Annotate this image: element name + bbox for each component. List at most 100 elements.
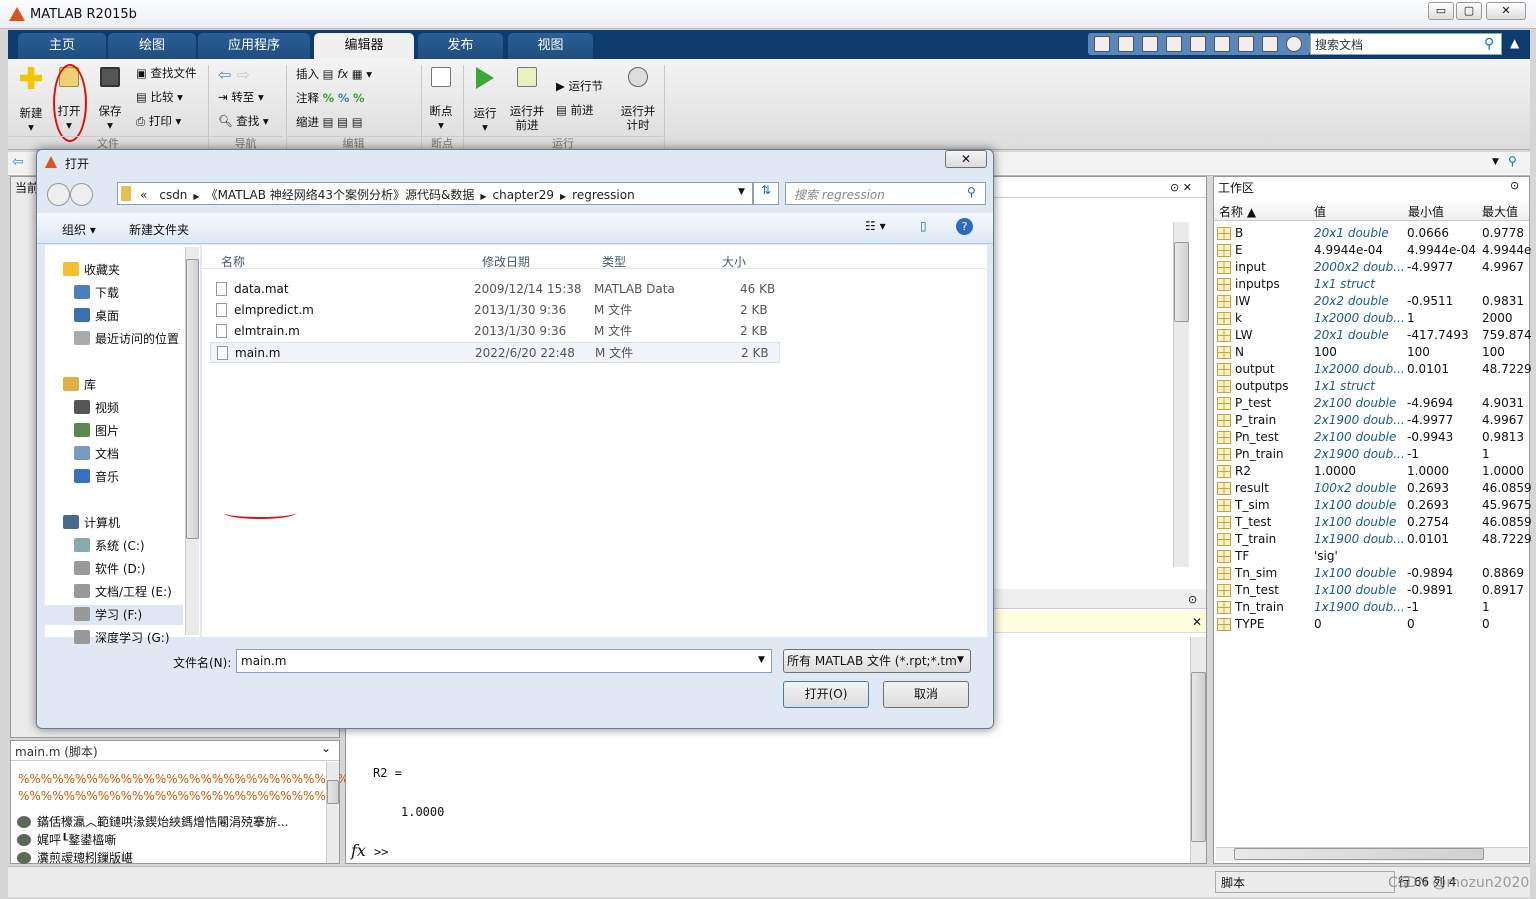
nav-item[interactable]: 图片 [74,421,119,441]
section-item[interactable]: 娓呯┖鐜鍙橀噺 [17,831,317,849]
goto-button[interactable]: ⇥ 转至 ▾ [218,90,264,104]
breadcrumb-item[interactable]: regression [572,188,635,202]
new-shortcut-icon[interactable] [1094,36,1110,52]
file-row[interactable]: data.mat 2009/12/14 15:38 MATLAB Data 46 KB [210,279,790,300]
workspace-row[interactable]: T_sim 1x100 double 0.2693 45.9675 [1214,497,1532,514]
nav-item[interactable]: 下载 [74,283,119,303]
insert-button[interactable]: 插入 ▤ fx ▦ ▾ [296,67,372,81]
redo-icon[interactable] [1238,36,1254,52]
function-browser-icon[interactable]: fx [351,841,366,860]
workspace-row[interactable]: B 20x1 double 0.0666 0.9778 [1214,225,1529,242]
column-type[interactable]: 类型 [602,253,626,270]
comment-button[interactable]: 注释 % % % [296,91,365,105]
workspace-row[interactable]: P_test 2x100 double -4.9694 4.9031 [1214,395,1529,412]
close-icon[interactable]: ✕ [1192,615,1202,629]
open-button[interactable]: 打开(O) [783,681,869,708]
new-folder-button[interactable]: 新建文件夹 [129,221,189,238]
nav-item[interactable]: 视频 [74,398,119,418]
run-and-advance-button[interactable]: 运行并 前进 [508,67,546,132]
nav-item[interactable]: 软件 (D:) [74,559,145,579]
file-row[interactable]: main.m 2022/6/20 22:48 M 文件 2 KB [210,342,780,363]
breakpoints-button[interactable]: 断点 ▾ [426,67,456,132]
nav-item[interactable]: 音乐 [74,467,119,487]
nav-item[interactable]: 库 [63,375,96,395]
new-button[interactable]: 新建 ▾ [16,67,46,134]
workspace-row[interactable]: E 4.9944e-04 4.9944e-04 4.9944e-04 [1214,242,1532,259]
breadcrumb-item[interactable]: chapter29 [493,188,554,202]
tab-4[interactable]: 发布 [418,33,503,59]
column-date[interactable]: 修改日期 [482,253,530,270]
file-row[interactable]: elmpredict.m 2013/1/30 9:36 M 文件 2 KB [210,300,790,321]
dropdown-arrow-icon[interactable]: ▼ [957,655,964,665]
workspace-row[interactable]: IW 20x2 double -0.9511 0.9831 [1214,293,1529,310]
workspace-row[interactable]: Pn_test 2x100 double -0.9943 0.9813 [1214,429,1529,446]
run-button[interactable]: 运行 ▾ [470,67,500,134]
section-item[interactable]: 瀵煎叆璁粌鏁版嵁 [17,849,317,867]
workspace-row[interactable]: k 1x2000 doub... 1 2000 [1214,310,1529,327]
workspace-row[interactable]: R2 1.0000 1.0000 1.0000 [1214,463,1529,480]
dropdown-arrow-icon[interactable]: ▼ [1492,157,1499,167]
workspace-row[interactable]: TF 'sig' [1214,548,1529,565]
view-options-icon[interactable]: ☷ ▾ [865,219,886,233]
workspace-row[interactable]: input 2000x2 doub... -4.9977 4.9967 [1214,259,1529,276]
column-size[interactable]: 大小 [722,253,746,270]
help-icon[interactable] [1286,36,1302,52]
workspace-row[interactable]: result 100x2 double 0.2693 46.0859 [1214,480,1532,497]
back-arrow-icon[interactable]: ⇦ [12,154,24,170]
workspace-row[interactable]: output 1x2000 doub... 0.0101 48.7229 [1214,361,1532,378]
workspace-row[interactable]: LW 20x1 double -417.7493 759.8748 [1214,327,1532,344]
compare-button[interactable]: ▤ 比较 ▾ [136,90,183,104]
minimize-button[interactable]: ▭ [1428,2,1454,20]
breadcrumb-item[interactable]: « [140,188,147,202]
run-and-time-button[interactable]: 运行并 计时 [618,67,658,132]
chevron-right-icon[interactable]: ▶ [560,192,566,201]
run-section-button[interactable]: ▶ 运行节 [556,79,603,93]
back-arrow-icon[interactable]: ⇦ ⇨ [218,65,250,84]
nav-item[interactable]: 文档 [74,444,119,464]
tab-2[interactable]: 应用程序 [198,33,310,59]
file-type-select[interactable]: 所有 MATLAB 文件 (*.rpt;*.tm [783,649,971,673]
search-icon[interactable]: ⚲ [967,185,976,199]
dialog-close-button[interactable]: ✕ [945,150,987,168]
save-button[interactable]: 保存 ▾ [95,67,125,132]
maximize-button[interactable]: ▢ [1456,2,1482,20]
details-scrollbar[interactable] [326,762,339,863]
workspace-row[interactable]: Pn_train 2x1900 doub... -1 1 [1214,446,1529,463]
command-scrollbar[interactable] [1190,637,1206,863]
panel-menu-icon[interactable]: ⊙ ✕ [1170,181,1192,194]
save-icon[interactable] [1118,36,1134,52]
tab-5[interactable]: 视图 [508,33,593,59]
chevron-down-icon[interactable]: ⌄ [321,741,331,755]
workspace-row[interactable]: Tn_test 1x100 double -0.9891 0.8917 [1214,582,1529,599]
tab-0[interactable]: 主页 [18,33,106,59]
editor-scrollbar[interactable] [1173,222,1189,567]
column-name[interactable]: 名称 ▲ [1219,203,1256,220]
help-icon[interactable]: ? [956,218,973,235]
chevron-right-icon[interactable]: ▶ [193,192,199,201]
dropdown-arrow-icon[interactable]: ▼ [758,655,765,665]
nav-item[interactable]: 深度学习 (G:) [74,628,170,648]
search-docs-input[interactable]: 搜索文档 [1310,33,1502,55]
refresh-button[interactable]: ⇅ [753,182,779,205]
tab-3[interactable]: 编辑器 [314,33,414,59]
tab-1[interactable]: 绘图 [108,33,196,59]
panel-menu-icon[interactable]: ⊙ [1510,179,1519,192]
nav-item[interactable]: 计算机 [63,513,120,533]
column-name[interactable]: 名称 [221,253,245,270]
advance-button[interactable]: ▤ 前进 [556,103,594,117]
search-icon[interactable]: ⚲ [1508,154,1517,168]
collapse-ribbon-icon[interactable]: ▲ [1510,36,1519,50]
nav-item[interactable]: 收藏夹 [63,260,120,280]
breadcrumb[interactable]: « csdn ▶ 《MATLAB 神经网络43个案例分析》源代码&数据 ▶ chapter… [117,182,753,205]
workspace-row[interactable]: P_train 2x1900 doub... -4.9977 4.9967 [1214,412,1529,429]
dropdown-arrow-icon[interactable]: ▼ [738,187,745,197]
paste-icon[interactable] [1190,36,1206,52]
filename-input[interactable]: main.m [236,649,772,673]
nav-item[interactable]: 系统 (C:) [74,536,145,556]
print-button[interactable]: ⎙ 打印 ▾ [136,114,181,128]
search-icon[interactable]: ⚲ [1484,36,1494,52]
nav-item[interactable]: 桌面 [74,306,119,326]
undo-icon[interactable] [1214,36,1230,52]
workspace-row[interactable]: T_test 1x100 double 0.2754 46.0859 [1214,514,1532,531]
column-value[interactable]: 值 [1314,203,1326,220]
